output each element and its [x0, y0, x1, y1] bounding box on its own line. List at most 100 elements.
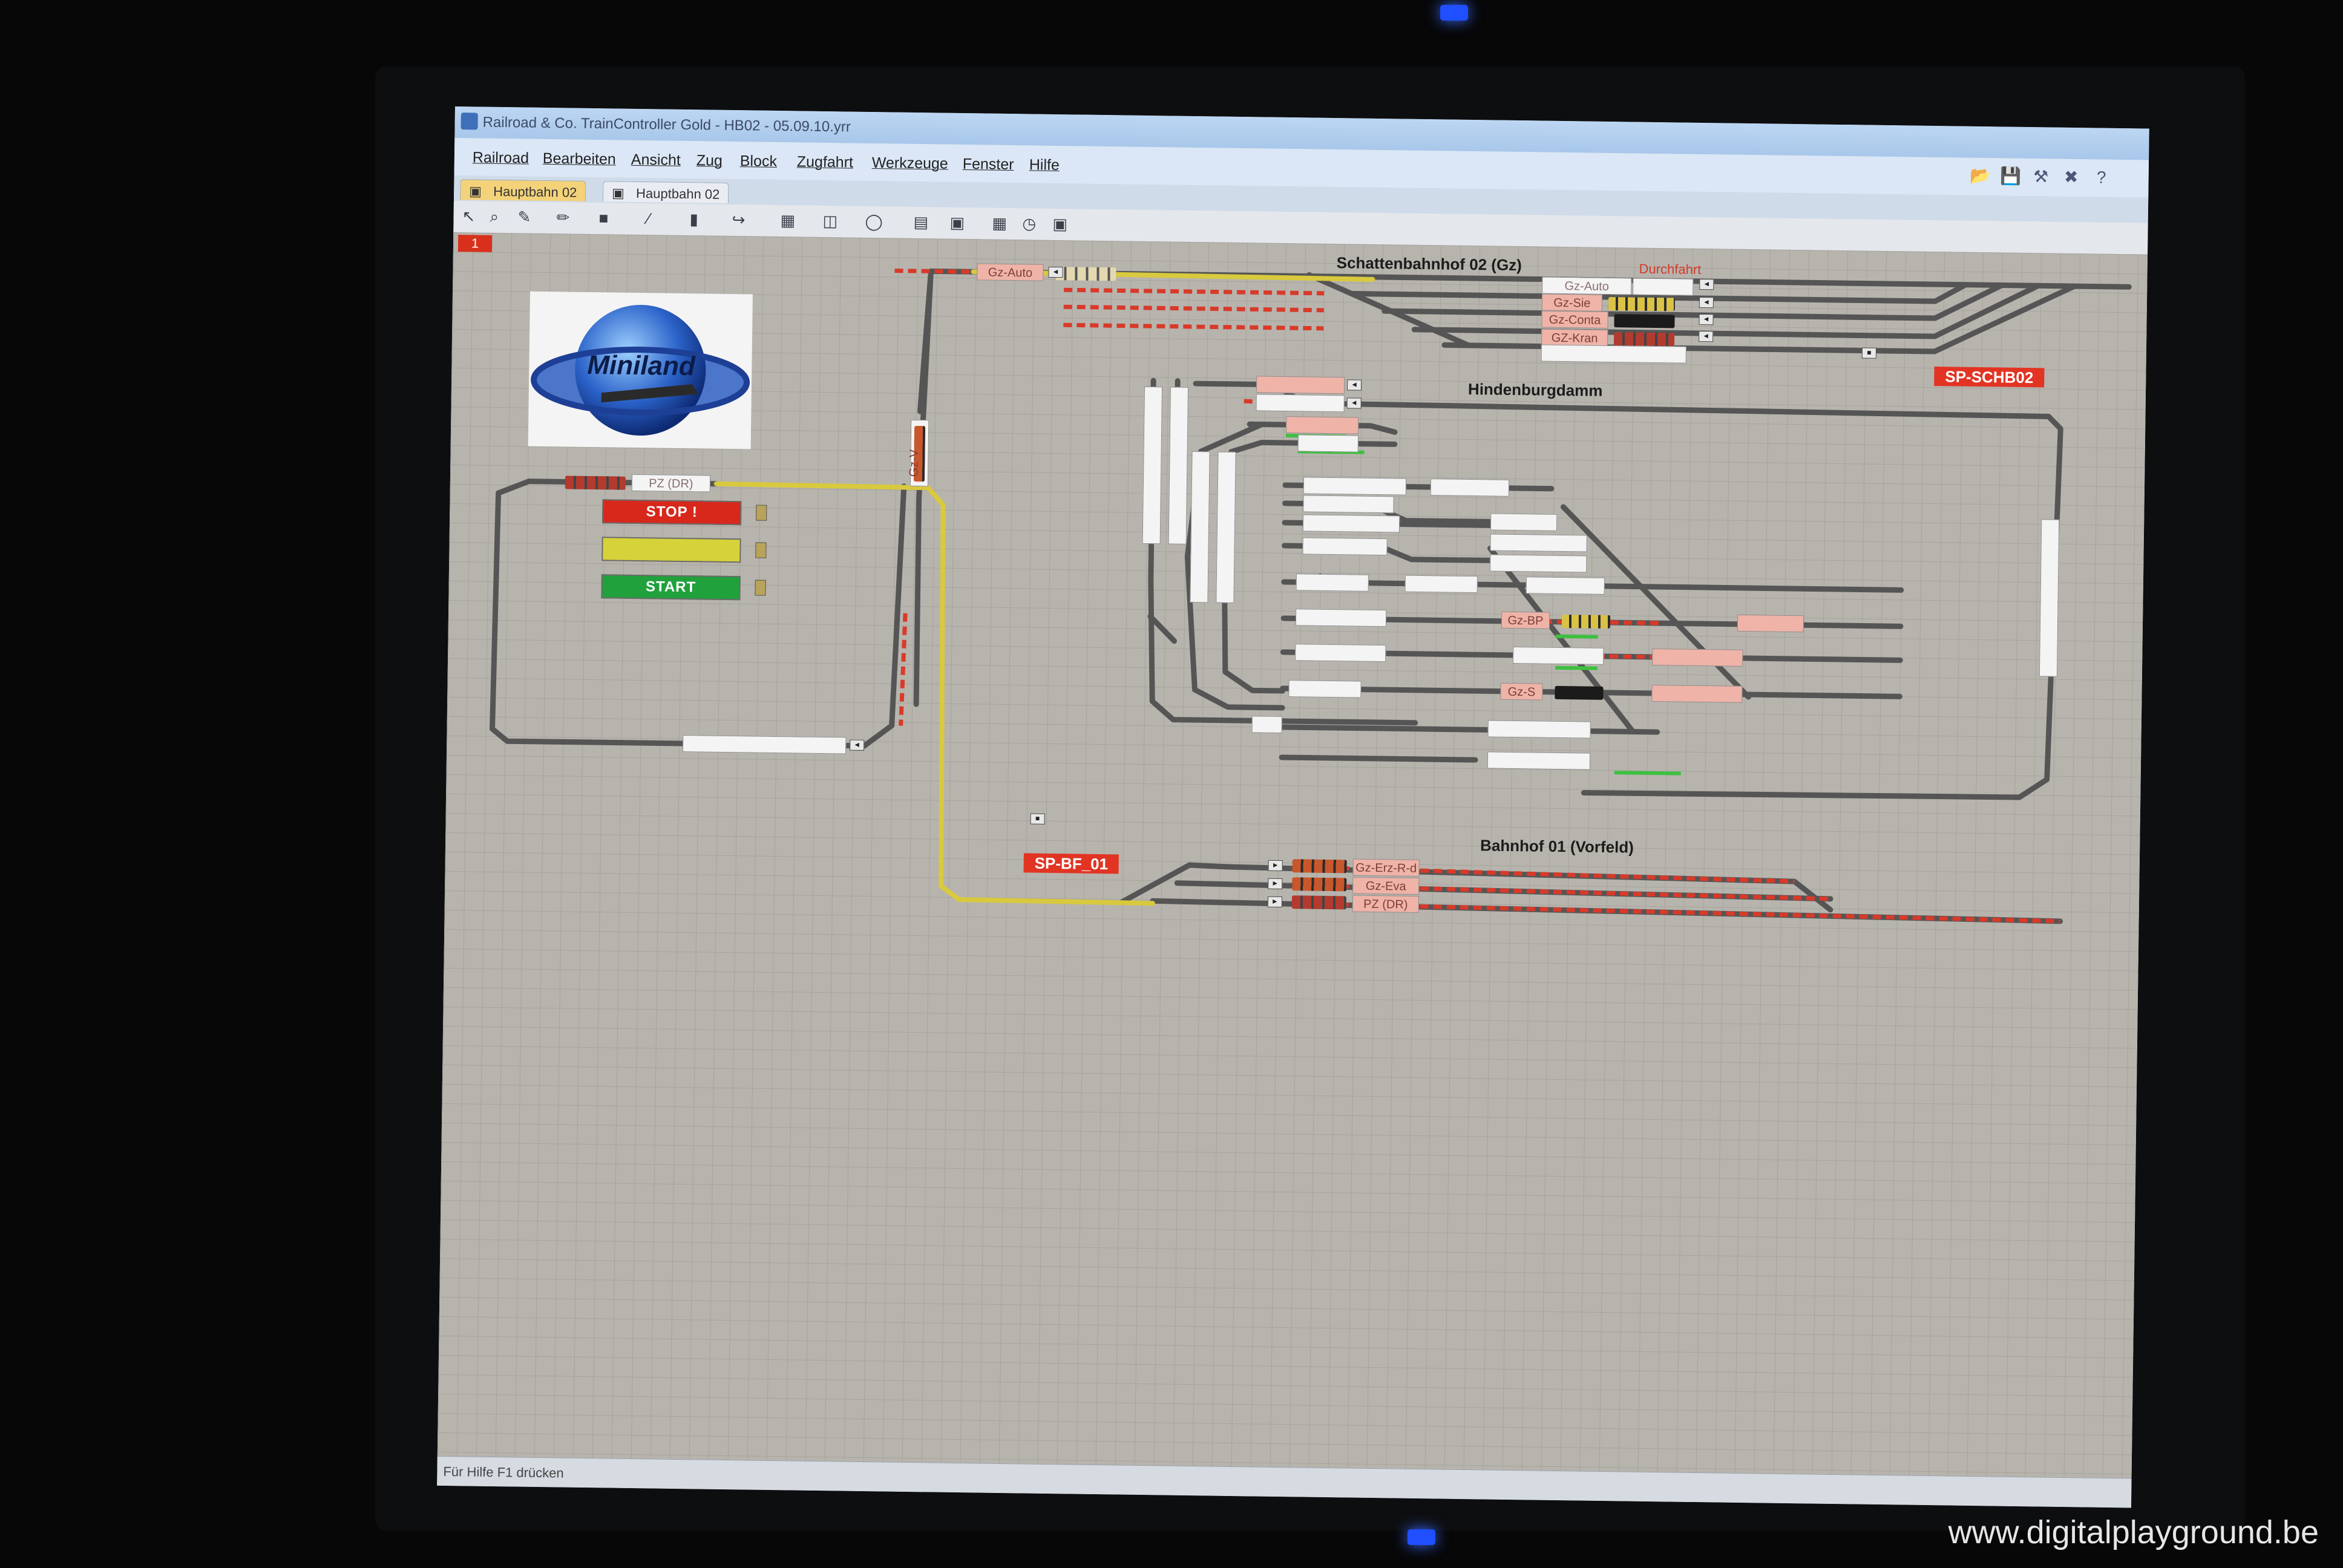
menu-zug[interactable]: Zug	[696, 152, 723, 170]
block-hafen-row-5b[interactable]	[1404, 575, 1478, 593]
menu-railroad[interactable]: Railroad	[473, 149, 529, 167]
signal-icon[interactable]: ►	[1268, 860, 1283, 872]
wrench-icon[interactable]: ⚒	[2030, 166, 2051, 188]
signal-icon[interactable]: ◄	[1699, 296, 1714, 309]
tab-hauptbahn-02-active[interactable]: ▣ Hauptbahn 02	[459, 179, 586, 201]
block-hafen-v4[interactable]	[1216, 451, 1236, 603]
block-gz-erz[interactable]: Gz-Erz-R-d	[1352, 858, 1420, 877]
block-hafen-row-4b[interactable]	[1490, 554, 1587, 573]
block-hafen-row-7[interactable]	[1295, 644, 1386, 662]
block-hafen-v1[interactable]	[1142, 386, 1163, 544]
signal-icon[interactable]: ◄	[1699, 278, 1714, 290]
open-folder-icon[interactable]: 📂	[1969, 165, 1991, 187]
signal-icon[interactable]: ◄	[850, 739, 865, 751]
block-hindenburg-lower[interactable]	[1256, 394, 1345, 413]
block-hafen-row-5c[interactable]	[1525, 577, 1605, 595]
signal-icon[interactable]: ◄	[1699, 313, 1714, 325]
block-hafen-row-3b[interactable]	[1490, 534, 1587, 552]
tools-icon[interactable]: ✖	[2060, 166, 2082, 188]
block-gz-sie[interactable]: Gz-Sie	[1541, 293, 1603, 312]
block-gz-s[interactable]: Gz-S	[1500, 682, 1543, 701]
block-hindenburg-upper[interactable]	[1256, 376, 1345, 394]
switch-icon[interactable]: ↪	[732, 211, 745, 229]
block-hafen-row-8c[interactable]	[1651, 684, 1743, 703]
block-hafen-row-9[interactable]	[1487, 720, 1591, 739]
block-hafen-row-6c[interactable]	[1737, 614, 1804, 633]
help-icon[interactable]: ?	[2090, 166, 2112, 188]
stop-button[interactable]: STOP !	[601, 499, 742, 526]
block-hafen-row-6[interactable]	[1295, 609, 1387, 627]
start-button[interactable]: START	[601, 574, 741, 601]
block-hafen-row-1b[interactable]	[1430, 479, 1510, 497]
menu-zugfahrt[interactable]: Zugfahrt	[797, 153, 853, 171]
signal-icon[interactable]: ■	[1030, 813, 1045, 825]
push-button-icon[interactable]: ▣	[949, 214, 965, 232]
save-icon[interactable]: 💾	[1999, 165, 2021, 187]
tab-hauptbahn-02[interactable]: ▣ Hauptbahn 02	[602, 181, 729, 203]
pencil-icon[interactable]: ✎	[517, 207, 531, 226]
block-hafen-row-2[interactable]	[1303, 495, 1394, 514]
block-hafen-v3[interactable]	[1190, 451, 1210, 603]
text-field-icon[interactable]: ▤	[913, 213, 928, 232]
block-gz-conta[interactable]: Gz-Conta	[1541, 310, 1608, 328]
locomotive	[1608, 296, 1676, 312]
signal-icon[interactable]: ◄	[1699, 330, 1714, 342]
block-hafen-row-8[interactable]	[1288, 680, 1362, 698]
block-gz-auto-left[interactable]: Gz-Auto	[977, 263, 1044, 281]
block-hafen-row-2b[interactable]	[1490, 513, 1558, 531]
signal-icon[interactable]: ▮	[689, 210, 698, 229]
block-hafen-row-10[interactable]	[1487, 751, 1591, 770]
menu-werkzeuge[interactable]: Werkzeuge	[872, 154, 948, 173]
pointer-icon[interactable]: ↖	[462, 207, 475, 226]
block-hafen-v2[interactable]	[1168, 387, 1189, 544]
track-icon[interactable]: ∕	[647, 209, 650, 228]
signal-icon[interactable]: ►	[1268, 878, 1283, 890]
block-hafen-row-5a[interactable]	[1296, 573, 1369, 592]
contact-icon[interactable]: ◫	[822, 212, 837, 230]
block-hafen-row-4[interactable]	[1302, 537, 1388, 556]
locomotive	[1292, 877, 1347, 892]
pause-indicator	[755, 542, 767, 558]
block-hafen-row-9a[interactable]	[1251, 716, 1282, 733]
signal-icon[interactable]: ◄	[1346, 379, 1362, 391]
clock-icon[interactable]: ◷	[1022, 214, 1036, 233]
block-hafen-row-1a[interactable]	[1303, 477, 1407, 495]
zoom-icon[interactable]: ⌕	[490, 207, 499, 227]
block-gz-auto-right[interactable]: Gz-Auto	[1542, 276, 1632, 295]
block-hafen-row-7b[interactable]	[1513, 646, 1604, 665]
block-pz-left[interactable]: PZ (DR)	[631, 474, 711, 492]
menu-ansicht[interactable]: Ansicht	[631, 151, 681, 169]
block-hafen-row-3[interactable]	[1302, 514, 1400, 533]
block-icon[interactable]: ▦	[780, 211, 795, 230]
color-swatch-icon[interactable]: ■	[598, 209, 608, 227]
lamp-icon[interactable]: ◯	[865, 212, 882, 231]
signal-icon[interactable]: ■	[1861, 347, 1876, 359]
block-gz-bp[interactable]: Gz-BP	[1501, 611, 1550, 629]
block-hindenburg-vertical[interactable]	[2039, 519, 2060, 677]
menu-bearbeiten[interactable]: Bearbeiten	[543, 150, 616, 169]
menu-hilfe[interactable]: Hilfe	[1029, 156, 1060, 174]
block-shadow-5[interactable]	[1541, 344, 1686, 364]
pause-button[interactable]	[601, 537, 741, 563]
signal-icon[interactable]: ◄	[1048, 266, 1063, 278]
block-hafen-top-2[interactable]	[1297, 434, 1359, 452]
grid-icon[interactable]: ▦	[992, 214, 1007, 233]
picture-icon[interactable]: ▣	[1052, 215, 1067, 234]
block-hafen-row-7c[interactable]	[1652, 648, 1743, 667]
block-durchfahrt-track[interactable]	[1633, 278, 1694, 296]
menu-fenster[interactable]: Fenster	[963, 155, 1014, 174]
block-hafen-top-1[interactable]	[1286, 416, 1359, 434]
brush-icon[interactable]: ✏	[556, 208, 569, 227]
signal-icon[interactable]: ◄	[1346, 397, 1362, 409]
block-gz-kran[interactable]: GZ-Kran	[1541, 328, 1608, 347]
switchboard-canvas[interactable]: 1 Miniland STOP ! START Schattenbahnhof …	[437, 232, 2148, 1479]
switch-panel-shadow[interactable]: SP-SCHB02	[1934, 367, 2045, 388]
block-loop-bottom[interactable]	[683, 735, 847, 754]
block-gz-eva[interactable]: Gz-Eva	[1352, 877, 1420, 895]
signal-icon[interactable]: ►	[1267, 896, 1283, 908]
block-pz-bottom[interactable]: PZ (DR)	[1352, 895, 1420, 913]
menu-block[interactable]: Block	[740, 152, 778, 171]
label-schattenbahnhof: Schattenbahnhof 02 (Gz)	[1336, 253, 1522, 275]
switch-panel-station[interactable]: SP-BF_01	[1023, 853, 1119, 874]
block-gz-v-label: Gz-V	[907, 449, 921, 477]
